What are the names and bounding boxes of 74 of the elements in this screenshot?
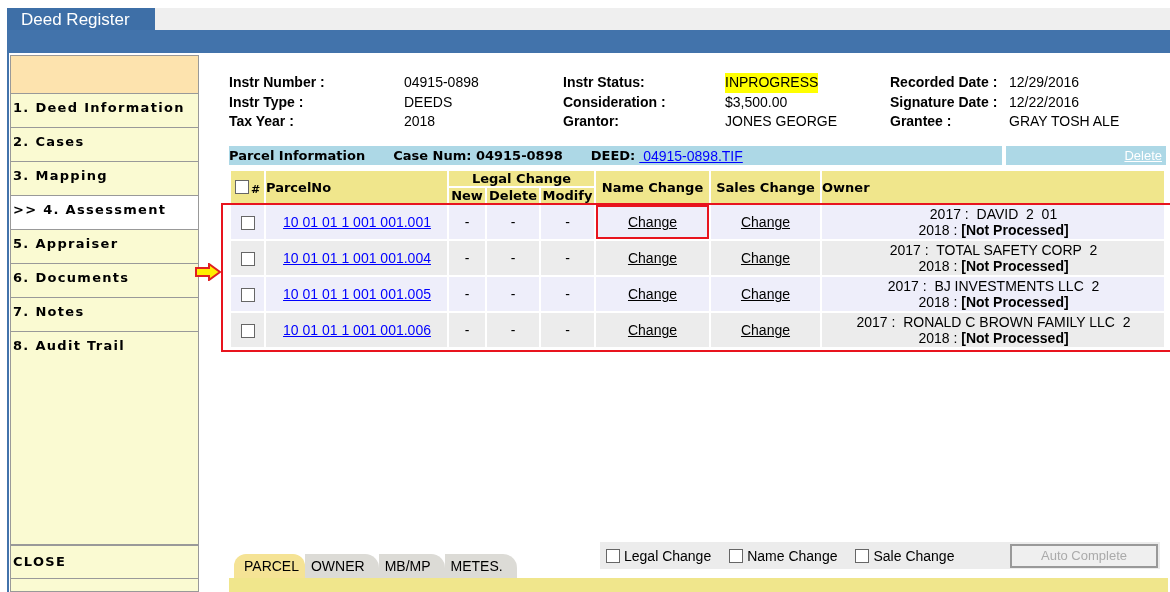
field-label: Consideration : [563, 92, 667, 112]
sidebar-item[interactable]: 1. Deed Information [11, 94, 198, 128]
field-label: Instr Status: [563, 73, 646, 92]
owner-text: 2017 : DAVID 2 01 [928, 206, 1059, 222]
owner-text: 2017 : TOTAL SAFETY CORP 2 [888, 242, 1099, 258]
tab[interactable]: PARCEL [234, 554, 305, 578]
owner-text: 2018 : [Not Processed] [917, 222, 1070, 238]
column-header: # [250, 181, 261, 196]
field-value: $3,500.00 [725, 92, 788, 112]
tab[interactable]: OWNER [305, 554, 379, 578]
owner-text: 2018 : [Not Processed] [917, 330, 1070, 346]
close-button[interactable]: CLOSE [11, 545, 198, 579]
option-checkbox[interactable] [606, 548, 620, 563]
select-all-checkbox[interactable] [234, 180, 249, 194]
owner-text: 2017 : BJ INVESTMENTS LLC 2 [886, 278, 1101, 294]
column-header: Modify [541, 188, 594, 203]
field-label: Recorded Date : [890, 73, 999, 92]
tab[interactable]: METES. [444, 554, 517, 578]
checkbox-label: Legal Change [624, 547, 712, 564]
tab[interactable]: MB/MP [378, 554, 445, 578]
option-checkbox[interactable] [855, 548, 870, 563]
row-checkbox[interactable] [240, 288, 255, 303]
column-header: Sales Change [711, 171, 820, 203]
table-cell: - [541, 277, 594, 311]
table-cell: - [487, 241, 539, 275]
owner-text: 2018 : [Not Processed] [917, 258, 1070, 274]
table-cell: - [487, 277, 539, 311]
owner-text: 2018 : [Not Processed] [917, 294, 1070, 310]
column-header: Name Change [596, 171, 709, 203]
field-value: INPROGRESS [725, 73, 819, 93]
deed-label: DEED: [590, 148, 636, 163]
sidebar-item[interactable]: 7. Notes [11, 298, 198, 332]
column-header: New [449, 188, 485, 203]
checkbox-label: Sale Change [873, 547, 955, 564]
field-label: Grantee : [890, 112, 953, 131]
case-number: Case Num: 04915-0898 [393, 148, 563, 163]
field-label: Instr Number : [229, 73, 326, 92]
field-value: DEEDS [404, 92, 453, 112]
sidebar-item[interactable]: >> 4. Assessment [11, 196, 198, 230]
row-checkbox[interactable] [240, 252, 255, 267]
table-cell: - [541, 313, 594, 347]
field-label: Signature Date : [890, 92, 999, 112]
table-cell: - [487, 205, 539, 239]
table-cell: - [487, 313, 539, 347]
field-value: 2018 [404, 112, 436, 131]
table-cell: - [449, 313, 485, 347]
checkbox-label: Name Change [747, 547, 838, 564]
deed-link[interactable]: 04915-0898.TIF [639, 147, 743, 164]
window-title: Deed Register [7, 8, 155, 30]
table-cell: - [449, 205, 485, 239]
column-header: Owner [822, 171, 1164, 203]
table-cell: - [541, 205, 594, 239]
column-header: Delete [487, 188, 539, 203]
table-cell: - [449, 277, 485, 311]
owner-text: 2017 : RONALD C BROWN FAMILY LLC 2 [855, 314, 1132, 330]
section-title: Parcel Information [229, 148, 366, 163]
column-header: ParcelNo [266, 171, 447, 203]
row-checkbox[interactable] [240, 216, 255, 231]
table-cell: - [541, 241, 594, 275]
field-value: 04915-0898 [404, 73, 479, 92]
sidebar-item[interactable]: 8. Audit Trail [11, 332, 198, 545]
column-header: Legal Change [449, 171, 594, 186]
sidebar-item[interactable]: 2. Cases [11, 128, 198, 162]
field-label: Tax Year : [229, 112, 295, 131]
option-checkbox[interactable] [729, 548, 744, 563]
field-value: GRAY TOSH ALE [1009, 112, 1120, 131]
row-checkbox[interactable] [240, 324, 255, 339]
field-value: JONES GEORGE [725, 112, 838, 131]
field-value: 12/22/2016 [1009, 92, 1080, 112]
table-cell: - [449, 241, 485, 275]
sidebar-item[interactable]: 5. Appraiser [11, 230, 198, 264]
field-label: Instr Type : [229, 92, 305, 112]
field-value: 12/29/2016 [1009, 73, 1080, 92]
field-label: Grantor: [563, 112, 620, 131]
